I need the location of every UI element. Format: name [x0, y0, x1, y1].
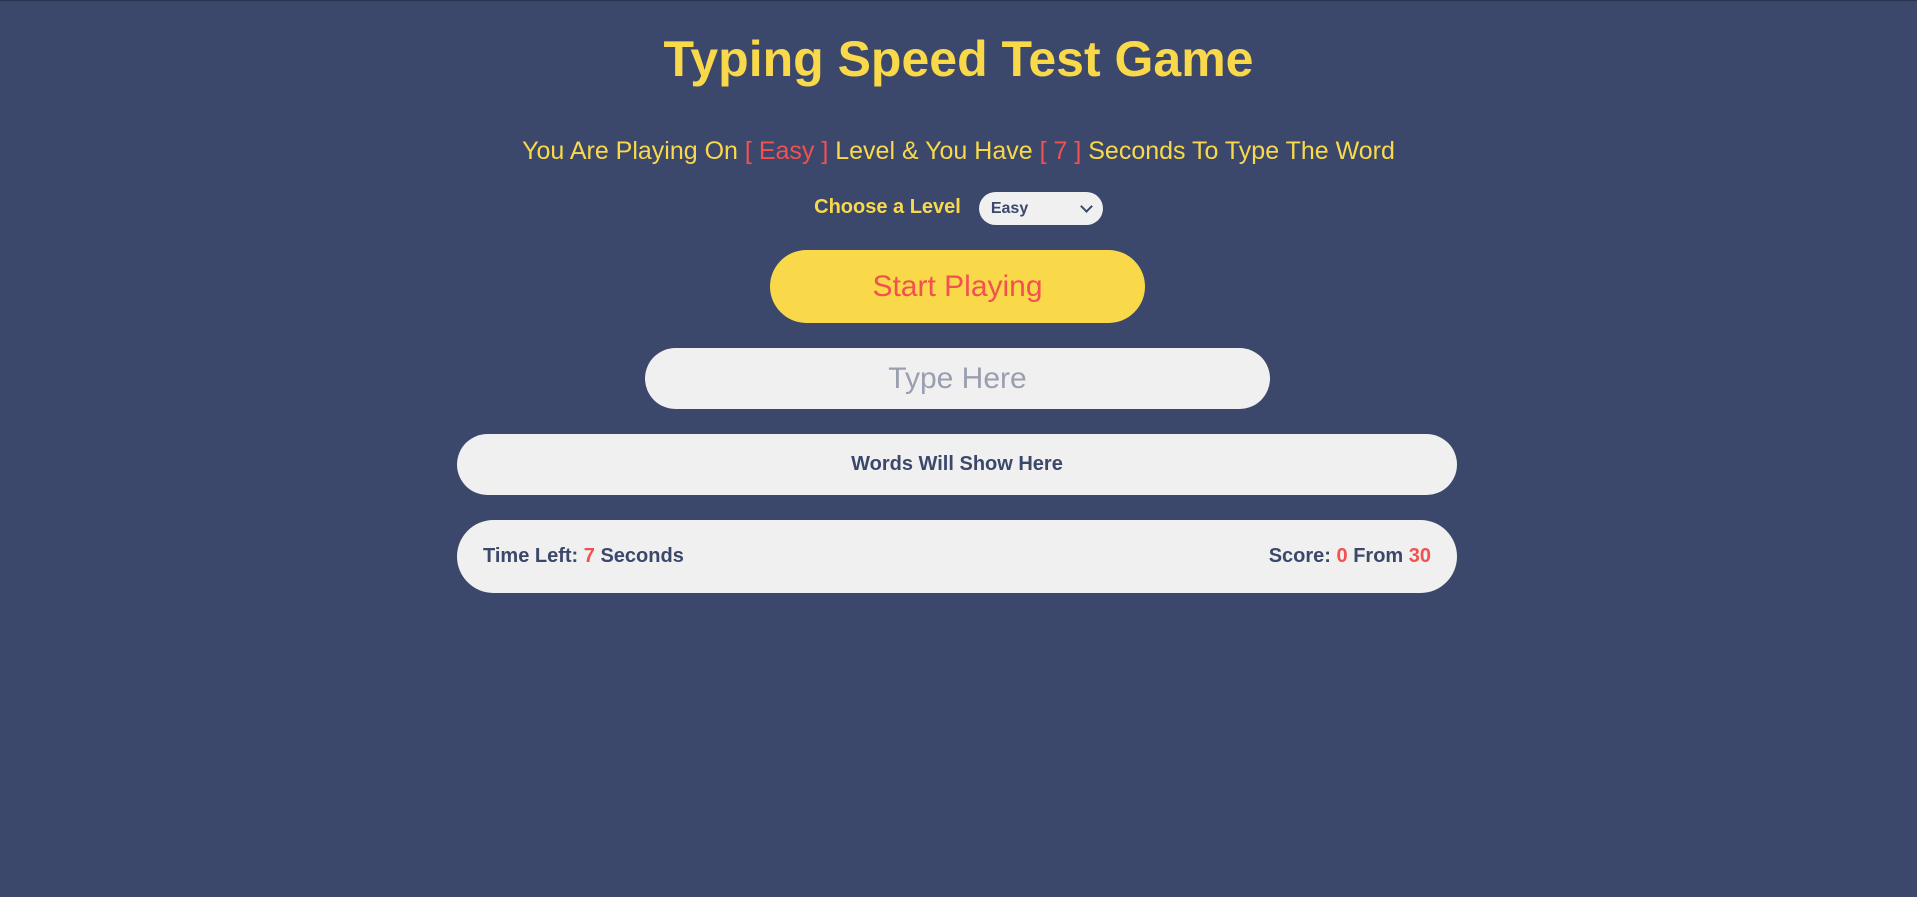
score: Score: 0 From 30	[1269, 545, 1431, 568]
message-suffix: Seconds To Type The Word	[1088, 137, 1395, 165]
message-seconds: [ 7 ]	[1039, 137, 1082, 165]
time-left-value: 7	[583, 545, 595, 567]
level-select-value: Easy	[990, 199, 1029, 217]
message-level: [ Easy ]	[744, 137, 829, 165]
game-message: You Are Playing On [ Easy ] Level & You …	[0, 135, 1917, 167]
time-left-label: Time Left:	[483, 545, 579, 567]
level-select[interactable]: Easy	[978, 192, 1103, 225]
time-left-unit: Seconds	[600, 545, 684, 567]
chevron-down-icon	[1079, 200, 1093, 213]
message-prefix: You Are Playing On	[522, 137, 738, 165]
page-title: Typing Speed Test Game	[663, 31, 1254, 87]
words-box: Words Will Show Here	[457, 434, 1457, 495]
type-input[interactable]	[645, 348, 1270, 409]
start-playing-button[interactable]: Start Playing	[770, 250, 1145, 323]
level-label: Choose a Level	[814, 196, 961, 218]
score-got: 0	[1336, 545, 1348, 567]
score-total: 30	[1408, 545, 1431, 567]
time-left: Time Left: 7 Seconds	[483, 545, 684, 568]
message-middle: Level & You Have	[835, 137, 1033, 165]
score-label: Score:	[1268, 545, 1331, 567]
game-controls: Time Left: 7 Seconds Score: 0 From 30	[457, 520, 1457, 593]
score-from-label: From	[1353, 545, 1404, 567]
level-chooser: Choose a Level Easy	[0, 191, 1917, 225]
